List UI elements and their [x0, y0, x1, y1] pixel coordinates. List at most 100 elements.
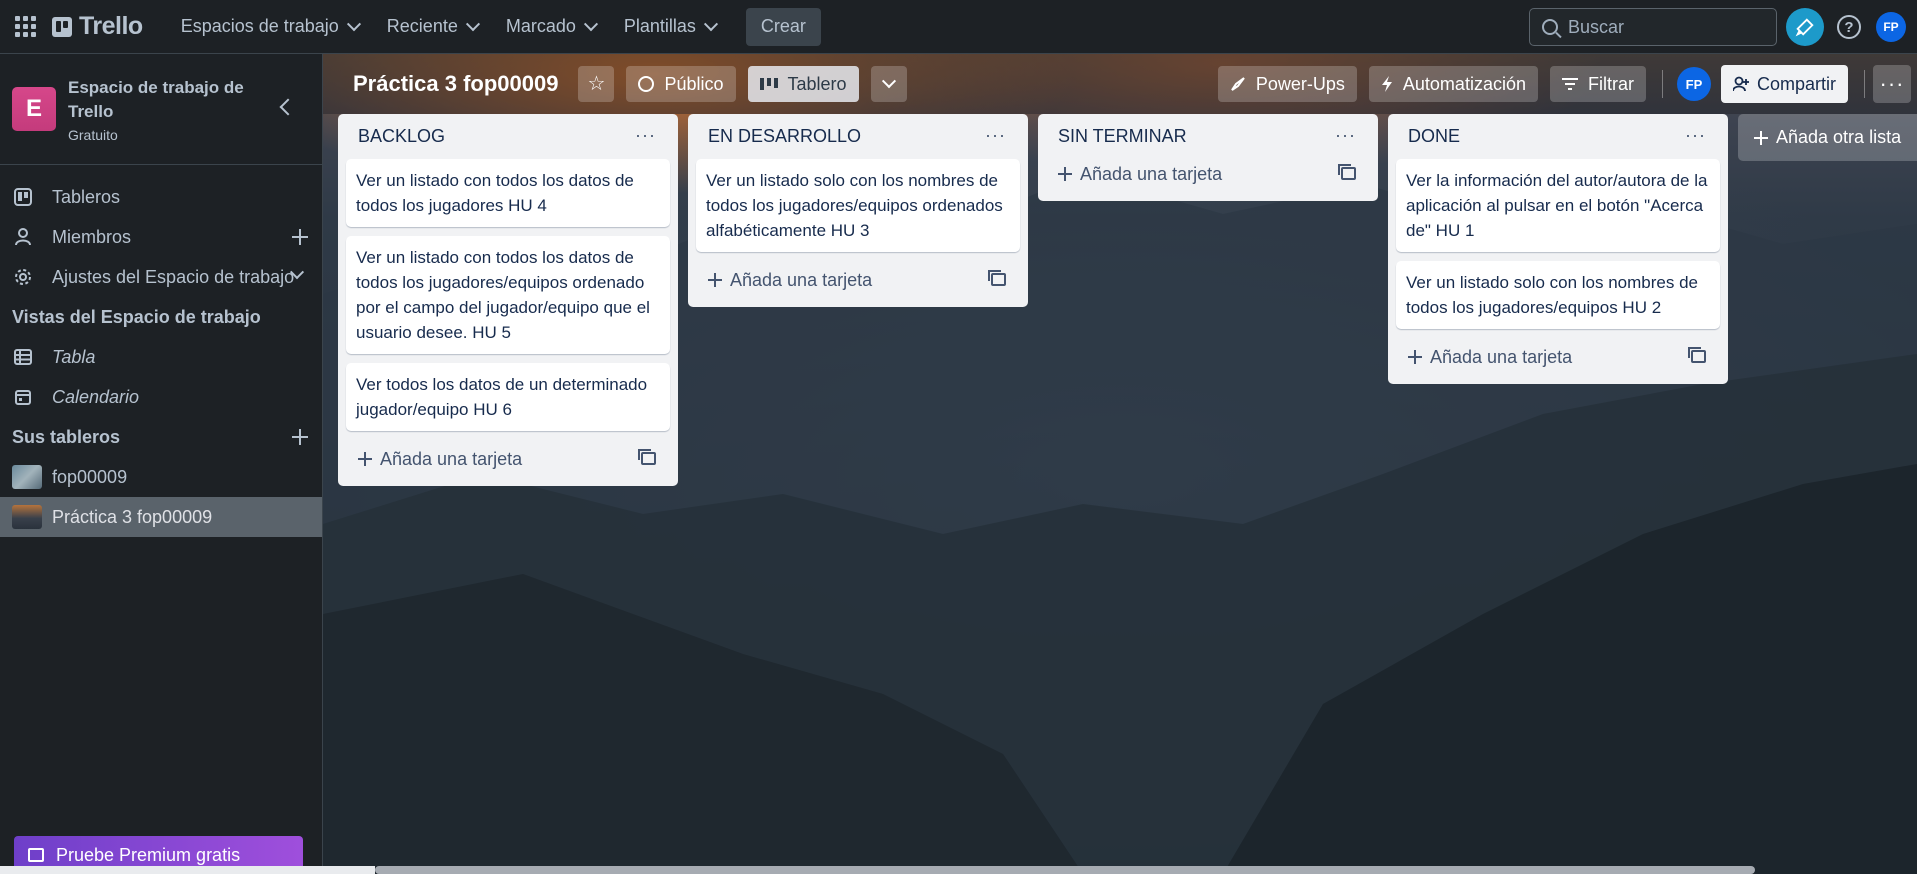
list-header[interactable]: BACKLOG ···	[346, 114, 670, 159]
add-member-icon[interactable]	[292, 229, 308, 245]
card[interactable]: Ver un listado solo con los nombres de t…	[696, 159, 1020, 252]
list-title: BACKLOG	[358, 126, 446, 146]
sidebar-item-label: Ajustes del Espacio de trabajo	[52, 266, 295, 287]
share-button[interactable]: Compartir	[1720, 65, 1848, 103]
nav-templates[interactable]: Plantillas	[612, 8, 728, 46]
board-view-icon	[759, 78, 778, 90]
sidebar-item-members[interactable]: Miembros	[0, 217, 322, 257]
sidebar-item-settings[interactable]: Ajustes del Espacio de trabajo	[0, 257, 322, 297]
add-card-label: Añada una tarjeta	[730, 269, 873, 290]
nav-workspaces[interactable]: Espacios de trabajo	[169, 8, 371, 46]
megaphone-icon	[1795, 18, 1814, 37]
sidebar-board-practica-3[interactable]: Práctica 3 fop00009	[0, 497, 322, 537]
list-title: EN DESARROLLO	[708, 126, 862, 146]
list-menu-icon[interactable]: ···	[635, 125, 656, 146]
chevron-down-icon	[583, 16, 598, 31]
powerups-label: Power-Ups	[1255, 73, 1345, 94]
trello-board-icon	[12, 188, 34, 206]
member-avatar[interactable]: FP	[1676, 67, 1711, 101]
main-menu: Espacios de trabajo Reciente Marcado Pla…	[169, 7, 821, 46]
workspace-views-heading: Vistas del Espacio de trabajo	[12, 306, 261, 327]
status-bar	[0, 866, 375, 874]
plus-icon	[1058, 167, 1072, 181]
gift-icon	[28, 848, 44, 862]
sidebar-item-table[interactable]: Tabla	[0, 337, 322, 377]
help-icon[interactable]: ?	[1837, 15, 1861, 39]
list-header[interactable]: SIN TERMINAR ···	[1046, 114, 1370, 159]
add-card-button[interactable]: Añada una tarjeta	[1396, 338, 1720, 376]
sidebar-board-fop00009[interactable]: fop00009	[0, 457, 322, 497]
gear-icon	[12, 268, 34, 286]
list-menu-icon[interactable]: ···	[1685, 125, 1706, 146]
sidebar-item-calendar[interactable]: Calendario	[0, 377, 322, 417]
card[interactable]: Ver un listado con todos los datos de to…	[346, 159, 670, 227]
notifications-button[interactable]	[1786, 8, 1824, 46]
search-input[interactable]: Buscar	[1529, 8, 1777, 46]
premium-label: Pruebe Premium gratis	[56, 844, 241, 865]
workspace-plan: Gratuito	[68, 126, 118, 143]
add-card-button[interactable]: Añada una tarjeta	[346, 440, 670, 478]
add-list-button[interactable]: Añada otra lista	[1738, 114, 1917, 161]
nav-starred-label: Marcado	[505, 16, 576, 36]
app-switcher-icon[interactable]	[12, 14, 38, 40]
your-boards-label: Sus tableros	[12, 426, 121, 447]
automation-label: Automatización	[1402, 73, 1526, 94]
switch-view-button[interactable]	[870, 66, 907, 102]
collapse-sidebar-icon[interactable]	[279, 98, 297, 116]
card-template-icon[interactable]	[638, 449, 656, 465]
add-card-button[interactable]: Añada una tarjeta	[1046, 155, 1370, 193]
board-thumbnail	[12, 505, 42, 529]
plus-icon	[358, 452, 372, 466]
card[interactable]: Ver todos los datos de un determinado ju…	[346, 363, 670, 431]
nav-starred[interactable]: Marcado	[494, 8, 608, 46]
workspace-name[interactable]: Espacio de trabajo de Trello	[68, 76, 258, 124]
sidebar: E Espacio de trabajo de Trello Gratuito …	[0, 54, 323, 874]
card-template-icon[interactable]	[1688, 347, 1706, 363]
board-menu-button[interactable]: ···	[1873, 65, 1911, 103]
board-header-actions: Power-Ups Automatización Filtrar FP Comp…	[1217, 54, 1917, 114]
sidebar-item-label: Miembros	[52, 226, 132, 247]
list-menu-icon[interactable]: ···	[1335, 125, 1356, 146]
add-card-button[interactable]: Añada una tarjeta	[696, 261, 1020, 299]
automation-button[interactable]: Automatización	[1368, 66, 1538, 102]
nav-recent[interactable]: Reciente	[375, 8, 490, 46]
nav-workspaces-label: Espacios de trabajo	[180, 16, 339, 36]
account-avatar[interactable]: FP	[1876, 12, 1906, 42]
card-template-icon[interactable]	[988, 270, 1006, 286]
table-icon	[12, 349, 34, 365]
create-button[interactable]: Crear	[745, 7, 821, 46]
powerups-button[interactable]: Power-Ups	[1217, 66, 1357, 102]
sidebar-item-boards[interactable]: Tableros	[0, 177, 322, 217]
horizontal-scrollbar[interactable]	[375, 866, 1755, 874]
list-header[interactable]: DONE ···	[1396, 114, 1720, 159]
header-divider	[1864, 70, 1865, 98]
globe-icon	[638, 76, 655, 92]
filter-button[interactable]: Filtrar	[1549, 66, 1646, 102]
workspace-header: E Espacio de trabajo de Trello Gratuito	[0, 54, 322, 165]
trello-logo[interactable]: Trello	[52, 12, 143, 41]
star-board-button[interactable]: ☆	[578, 66, 615, 102]
list-title: SIN TERMINAR	[1058, 126, 1187, 146]
chevron-down-icon	[465, 16, 480, 31]
visibility-button[interactable]: Público	[626, 66, 736, 102]
workspace-badge[interactable]: E	[12, 87, 56, 131]
board-view-label: Tablero	[787, 73, 847, 94]
sidebar-item-label: Tabla	[52, 346, 96, 367]
card-template-icon[interactable]	[1338, 164, 1356, 180]
nav-templates-label: Plantillas	[623, 16, 696, 36]
card[interactable]: Ver un listado solo con los nombres de t…	[1396, 261, 1720, 329]
board-view-button[interactable]: Tablero	[747, 66, 859, 102]
chevron-down-icon	[703, 16, 718, 31]
board-name: fop00009	[52, 466, 128, 487]
card[interactable]: Ver la información del autor/autora de l…	[1396, 159, 1720, 252]
list-en-desarrollo: EN DESARROLLO ··· Ver un listado solo co…	[688, 114, 1028, 307]
rocket-icon	[1231, 77, 1245, 91]
card[interactable]: Ver un listado con todos los datos de to…	[346, 236, 670, 354]
add-board-icon[interactable]	[292, 429, 308, 445]
list-menu-icon[interactable]: ···	[985, 125, 1006, 146]
board-name: Práctica 3 fop00009	[52, 506, 213, 527]
list-header[interactable]: EN DESARROLLO ···	[696, 114, 1020, 159]
top-navigation-bar: Trello Espacios de trabajo Reciente Marc…	[0, 0, 1917, 54]
board-title[interactable]: Práctica 3 fop00009	[353, 71, 558, 97]
filter-label: Filtrar	[1587, 73, 1634, 94]
